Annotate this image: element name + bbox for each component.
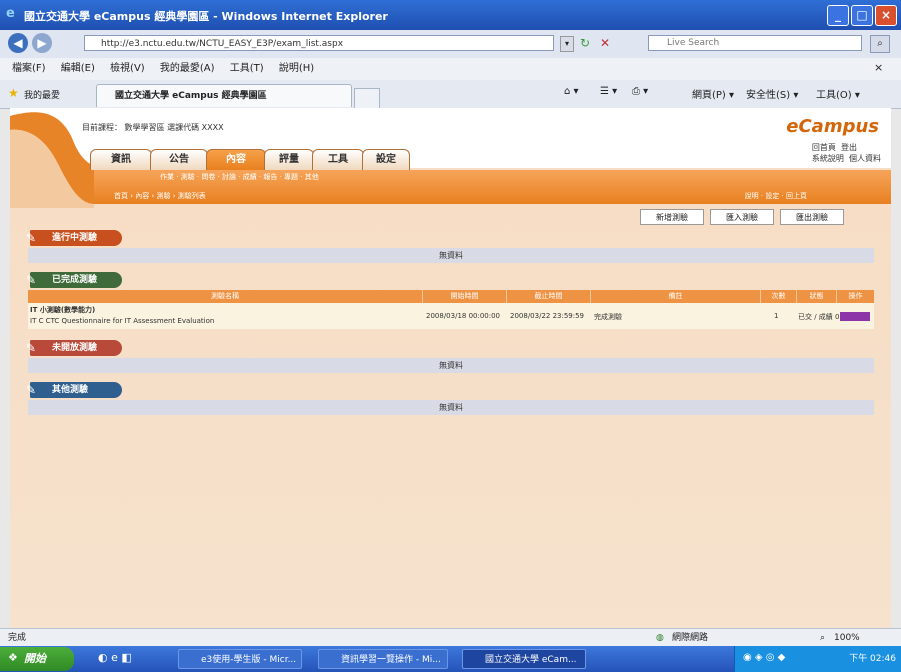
link-logout[interactable]: 登出 xyxy=(841,143,857,152)
col-action: 操作 xyxy=(836,290,874,303)
search-icon[interactable]: ⌕ xyxy=(870,35,890,53)
address-bar: ◀ ▶ http://e3.nctu.edu.tw/NCTU_EASY_E3P/… xyxy=(0,30,901,59)
exam-end-time: 2008/03/22 23:59:59 xyxy=(510,312,585,320)
status-text: 完成 xyxy=(8,633,27,643)
toolbar-safety[interactable]: 安全性(S) ▾ xyxy=(746,86,798,101)
tab-tools[interactable]: 工具 xyxy=(312,149,364,170)
section-ongoing-header: ✎ 進行中測驗 xyxy=(26,230,122,246)
close-icon[interactable]: × xyxy=(875,5,897,26)
not-open-no-data: 無資料 xyxy=(28,358,874,373)
col-status: 狀態 xyxy=(796,290,836,303)
clock: 下午 02:46 xyxy=(849,654,896,664)
favorites-bar: ★ 我的最愛 國立交通大學 eCampus 經典學園區 ⌂ ▾ ☰ ▾ ⎙ ▾ … xyxy=(0,80,901,109)
add-exam-button[interactable]: 新增測驗 xyxy=(640,209,704,225)
task-ie[interactable]: 國立交通大學 eCam... xyxy=(462,649,586,669)
section-other-header: ✎ 其他測驗 xyxy=(26,382,122,398)
task-word-1[interactable]: e3使用-學生版 - Micr... xyxy=(178,649,302,669)
link-profile[interactable]: 個人資料 xyxy=(849,154,881,163)
ongoing-no-data: 無資料 xyxy=(28,248,874,263)
print-icon[interactable]: ⎙ ▾ xyxy=(632,86,648,97)
globe-icon: ◍ xyxy=(656,633,664,643)
exam-subtitle: IT C CTC Questionnaire for IT Assessment… xyxy=(30,317,215,325)
menu-favorites[interactable]: 我的最愛(A) xyxy=(160,58,215,80)
section-finished-header: ✎ 已完成測驗 xyxy=(26,272,122,288)
tab-info[interactable]: 資訊 xyxy=(90,149,152,170)
tab-settings[interactable]: 設定 xyxy=(362,149,410,170)
export-exam-button[interactable]: 匯出測驗 xyxy=(780,209,844,225)
pencil-icon: ✎ xyxy=(25,231,37,245)
system-tray: ◉ ◈ ◎ ◆ 下午 02:46 xyxy=(734,646,901,672)
exam-note: 完成測驗 xyxy=(594,313,622,321)
menu-bar: 檔案(F) 編輯(E) 檢視(V) 我的最愛(A) 工具(T) 說明(H) × xyxy=(0,58,901,81)
right-menu[interactable]: 說明 · 設定 · 回上頁 xyxy=(745,191,807,201)
back-arrow-icon[interactable]: ◀ xyxy=(8,33,28,53)
link-home[interactable]: 回首頁 xyxy=(812,143,836,152)
header-links: 回首頁 登出 系統說明 個人資料 xyxy=(812,142,881,164)
forward-arrow-icon[interactable]: ▶ xyxy=(32,33,52,53)
exam-table-header: 測驗名稱 開始時間 截止時間 備註 次數 狀態 操作 xyxy=(28,290,874,303)
menu-help[interactable]: 說明(H) xyxy=(279,58,314,80)
tab-title: 國立交通大學 eCampus 經典學園區 xyxy=(115,91,267,101)
sub-menu[interactable]: 作業 · 測驗 · 問卷 · 討論 · 成績 · 報告 · 專題 · 其他 xyxy=(160,172,319,182)
windows-logo-icon: ❖ xyxy=(8,651,18,664)
import-exam-button[interactable]: 匯入測驗 xyxy=(710,209,774,225)
ecampus-logo: eCampus xyxy=(786,116,879,137)
view-exam-button[interactable] xyxy=(840,312,870,321)
menu-view[interactable]: 檢視(V) xyxy=(110,58,145,80)
tab-announcement[interactable]: 公告 xyxy=(150,149,208,170)
home-icon[interactable]: ⌂ ▾ xyxy=(564,86,579,97)
col-end: 截止時間 xyxy=(506,290,590,303)
close-icon[interactable]: × xyxy=(874,61,883,74)
tab-content[interactable]: 內容 xyxy=(206,149,266,170)
pencil-icon: ✎ xyxy=(25,383,37,397)
other-no-data: 無資料 xyxy=(28,400,874,415)
pencil-icon: ✎ xyxy=(25,273,37,287)
feeds-icon[interactable]: ☰ ▾ xyxy=(600,86,617,97)
link-help[interactable]: 系統說明 xyxy=(812,154,844,163)
exam-title[interactable]: IT 小測驗(數學能力) xyxy=(30,305,95,315)
star-icon[interactable]: ★ xyxy=(8,86,19,100)
window-title-bar: e 國立交通大學 eCampus 經典學園區 - Windows Interne… xyxy=(0,0,901,30)
zone-text: 網際網路 xyxy=(672,633,709,643)
col-note: 備註 xyxy=(590,290,760,303)
web-page: 目前課程： 數學學習區 選課代碼 XXXX eCampus 回首頁 登出 系統說… xyxy=(10,108,891,628)
table-row[interactable]: IT 小測驗(數學能力) IT C CTC Questionnaire for … xyxy=(28,303,874,329)
zoom-icon[interactable]: ⌕ xyxy=(820,629,825,647)
window-title: 國立交通大學 eCampus 經典學園區 - Windows Internet … xyxy=(24,10,388,23)
maximize-icon[interactable]: □ xyxy=(851,5,873,26)
menu-file[interactable]: 檔案(F) xyxy=(12,58,46,80)
exam-count: 1 xyxy=(774,312,779,320)
new-tab-button[interactable] xyxy=(354,88,380,108)
toolbar-tools[interactable]: 工具(O) ▾ xyxy=(816,86,860,101)
status-bar: 完成 ◍ 網際網路 ⌕ 100% xyxy=(0,628,901,647)
breadcrumb[interactable]: 首頁 › 內容 › 測驗 › 測驗列表 xyxy=(114,191,206,201)
browser-tab-active[interactable]: 國立交通大學 eCampus 經典學園區 xyxy=(96,84,352,107)
minimize-icon[interactable]: _ xyxy=(827,5,849,26)
col-start: 開始時間 xyxy=(422,290,506,303)
menu-tools[interactable]: 工具(T) xyxy=(230,58,264,80)
favorites-label[interactable]: 我的最愛 xyxy=(24,88,60,101)
search-input[interactable]: Live Search xyxy=(648,35,862,51)
exam-start-time: 2008/03/18 00:00:00 xyxy=(426,312,501,320)
ie-logo-icon: e xyxy=(6,6,15,21)
refresh-icon[interactable]: ↻ xyxy=(580,36,594,50)
quick-launch-icons[interactable]: ◐ e ◧ xyxy=(98,651,132,664)
task-word-2[interactable]: 資訊學習一覽操作 - Mi... xyxy=(318,649,448,669)
section-not-open-header: ✎ 未開放測驗 xyxy=(26,340,122,356)
stop-icon[interactable]: ✕ xyxy=(600,36,614,50)
tray-icons[interactable]: ◉ ◈ ◎ ◆ xyxy=(743,652,785,663)
tab-assessment[interactable]: 評量 xyxy=(264,149,314,170)
menu-edit[interactable]: 編輯(E) xyxy=(61,58,95,80)
current-course: 目前課程： 數學學習區 選課代碼 XXXX xyxy=(82,123,224,132)
taskbar: 開始 ❖ ◐ e ◧ e3使用-學生版 - Micr... 資訊學習一覽操作 -… xyxy=(0,646,901,672)
exam-status: 已交 / 成績 0 xyxy=(798,313,840,321)
col-title: 測驗名稱 xyxy=(211,292,239,300)
col-count: 次數 xyxy=(760,290,796,303)
zoom-level[interactable]: 100% xyxy=(834,629,860,647)
url-input[interactable]: http://e3.nctu.edu.tw/NCTU_EASY_E3P/exam… xyxy=(84,35,554,51)
dropdown-arrow-icon[interactable]: ▾ xyxy=(560,36,574,52)
pencil-icon: ✎ xyxy=(25,341,37,355)
toolbar-page[interactable]: 網頁(P) ▾ xyxy=(692,86,734,101)
